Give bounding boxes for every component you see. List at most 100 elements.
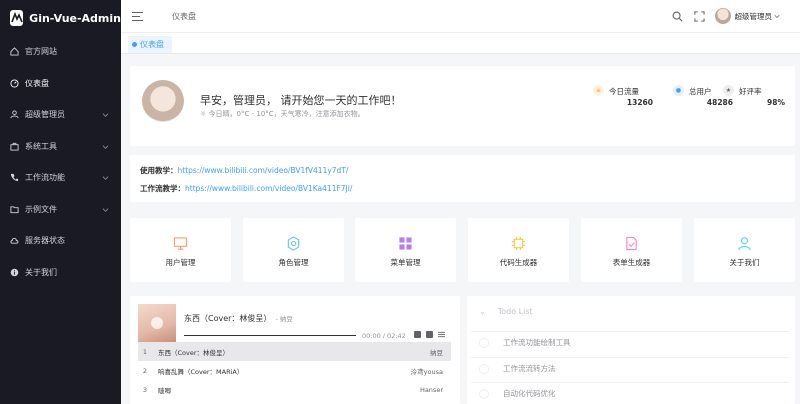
fullscreen-icon[interactable]	[693, 10, 705, 22]
todo-item[interactable]: 自动化代码优化	[471, 382, 789, 404]
workflow-tutorial-link[interactable]: https://www.bilibili.com/video/BV1Ka411F…	[185, 184, 352, 193]
tutorial-link-row: 使用教学：https://www.bilibili.com/video/BV1f…	[140, 165, 348, 176]
todo-checkbox[interactable]	[479, 388, 489, 399]
avatar[interactable]	[714, 8, 731, 24]
sidebar-item-workflow[interactable]: 工作流功能	[0, 162, 121, 194]
loop-icon[interactable]	[426, 331, 433, 338]
tab-label: 仪表盘	[140, 40, 164, 49]
home-icon	[10, 47, 19, 56]
playlist-item[interactable]: 3 啵唧 Hanser	[138, 380, 451, 399]
sidebar-item-label: 工作流功能	[25, 173, 65, 183]
sidebar-item-system-tools[interactable]: 系统工具	[0, 131, 121, 163]
sidebar-item-server-status[interactable]: 服务器状态	[0, 225, 121, 257]
tags-bar: 仪表盘	[121, 32, 800, 54]
quick-label: 表单生成器	[612, 258, 651, 267]
sidebar-item-examples[interactable]: 示例文件	[0, 194, 121, 226]
sidebar-item-label: 示例文件	[25, 204, 57, 214]
workflow-link-row: 工作流教学：https://www.bilibili.com/video/BV1…	[140, 183, 352, 194]
search-icon[interactable]	[672, 11, 683, 22]
sidebar-item-label: 超级管理员	[25, 110, 65, 120]
sidebar-item-dashboard[interactable]: 仪表盘	[0, 68, 121, 100]
sidebar-item-label: 官方网站	[25, 47, 57, 57]
chevron-down-icon	[102, 176, 109, 180]
todo-list-card: ⌄ Todo List 工作流功能绘制工具 工作流流转方法 自动化代码优化	[467, 296, 795, 404]
app-name: Gin-Vue-Admin	[29, 11, 121, 25]
track-name: 东西（Cover：林俊呈）	[158, 348, 230, 357]
sidebar-item-super-admin[interactable]: 超级管理员	[0, 99, 121, 131]
quick-label: 用户管理	[165, 258, 196, 267]
todo-item[interactable]: 工作流流转方法	[471, 357, 789, 379]
sidebar-item-label: 服务器状态	[25, 236, 65, 246]
welcome-card: 早安，管理员， 请开始您一天的工作吧！ ☼ 今日晴，0°C - 10°C，天气寒…	[130, 66, 795, 146]
stat-value: 48286	[706, 98, 733, 107]
quick-label: 关于我们	[729, 258, 760, 267]
track-number: 2	[142, 366, 148, 375]
quick-user-management[interactable]: 用户管理	[130, 218, 231, 282]
quick-about-us[interactable]: 关于我们	[694, 218, 795, 282]
document-check-icon	[626, 236, 637, 251]
playlist-item[interactable]: 1 东西（Cover：林俊呈） 纳豆	[138, 342, 451, 361]
stat-label: 总用户	[689, 87, 712, 96]
volume-icon[interactable]	[414, 331, 421, 338]
cloud-icon	[10, 236, 19, 245]
todo-checkbox[interactable]	[479, 337, 489, 348]
track-artist: 泠鸢yousa	[410, 367, 443, 376]
menu-icon[interactable]	[438, 331, 445, 338]
stat-label: 好评率	[739, 87, 762, 96]
todo-item[interactable]: 工作流功能绘制工具	[471, 331, 789, 353]
cpu-icon	[511, 236, 526, 251]
sidebar-item-about[interactable]: 关于我们	[0, 257, 121, 289]
sidebar-item-label: 关于我们	[25, 267, 57, 277]
collapse-menu-icon[interactable]	[132, 11, 143, 21]
link-label: 使用教学：	[140, 166, 178, 175]
quick-role-management[interactable]: 角色管理	[243, 218, 344, 282]
album-cover	[138, 304, 176, 342]
song-title: 东西（Cover：林俊呈） - 纳豆	[184, 314, 293, 323]
sidebar-item-official-site[interactable]: 官方网站	[0, 36, 121, 68]
chevron-down-icon[interactable]	[774, 13, 780, 19]
odometer-icon	[10, 79, 19, 88]
welcome-avatar	[142, 80, 184, 122]
user-name[interactable]: 超级管理员	[735, 11, 773, 22]
track-number: 3	[142, 385, 148, 394]
quick-menu-management[interactable]: 菜单管理	[355, 218, 456, 282]
chevron-down-icon[interactable]: ⌄	[479, 307, 486, 316]
user-icon: ●	[673, 85, 684, 96]
song-artist: - 纳豆	[275, 315, 293, 323]
chevron-down-icon	[102, 113, 109, 117]
todo-text: 工作流流转方法	[503, 364, 556, 373]
todo-header: ⌄ Todo List	[479, 307, 533, 316]
stat-label: 今日流量	[609, 87, 639, 96]
progress-bar[interactable]	[184, 335, 356, 336]
logo[interactable]: Gin-Vue-Admin	[0, 0, 121, 36]
setting-icon	[287, 236, 300, 251]
tutorial-links-card: 使用教学：https://www.bilibili.com/video/BV1f…	[130, 155, 795, 202]
menu-icon: ≡	[593, 85, 604, 96]
chevron-down-icon	[102, 207, 109, 212]
star-icon: ★	[723, 85, 734, 96]
track-name: 啵唧	[158, 386, 171, 395]
todo-text: 自动化代码优化	[503, 389, 556, 398]
breadcrumb: 仪表盘	[172, 11, 196, 21]
tab-dashboard[interactable]: 仪表盘	[128, 36, 172, 53]
play-icon[interactable]	[151, 317, 163, 329]
track-artist: 纳豆	[430, 348, 443, 357]
quick-form-generator[interactable]: 表单生成器	[581, 218, 682, 282]
stat-value: 98%	[767, 98, 785, 107]
quick-code-generator[interactable]: 代码生成器	[468, 218, 569, 282]
quick-label: 菜单管理	[390, 258, 421, 267]
folder-icon	[10, 205, 19, 214]
phone-icon	[10, 173, 19, 182]
todo-checkbox[interactable]	[479, 363, 489, 374]
todo-title: Todo List	[497, 307, 533, 316]
quick-label: 代码生成器	[499, 258, 538, 267]
user-icon	[10, 110, 19, 119]
tutorial-link[interactable]: https://www.bilibili.com/video/BV1fV411y…	[178, 166, 349, 175]
time-display: 00:00 / 02:42	[362, 332, 406, 340]
track-artist: Hanser	[419, 385, 443, 394]
sidebar: Gin-Vue-Admin 官方网站 仪表盘 超级管理员 系统工具 工作流功能 …	[0, 0, 121, 404]
track-name: 响喜乱舞（Cover：MARiA）	[158, 367, 244, 376]
link-label: 工作流教学：	[140, 184, 185, 193]
top-header: 仪表盘 超级管理员	[121, 0, 800, 32]
playlist-item[interactable]: 2 响喜乱舞（Cover：MARiA） 泠鸢yousa	[138, 361, 451, 380]
